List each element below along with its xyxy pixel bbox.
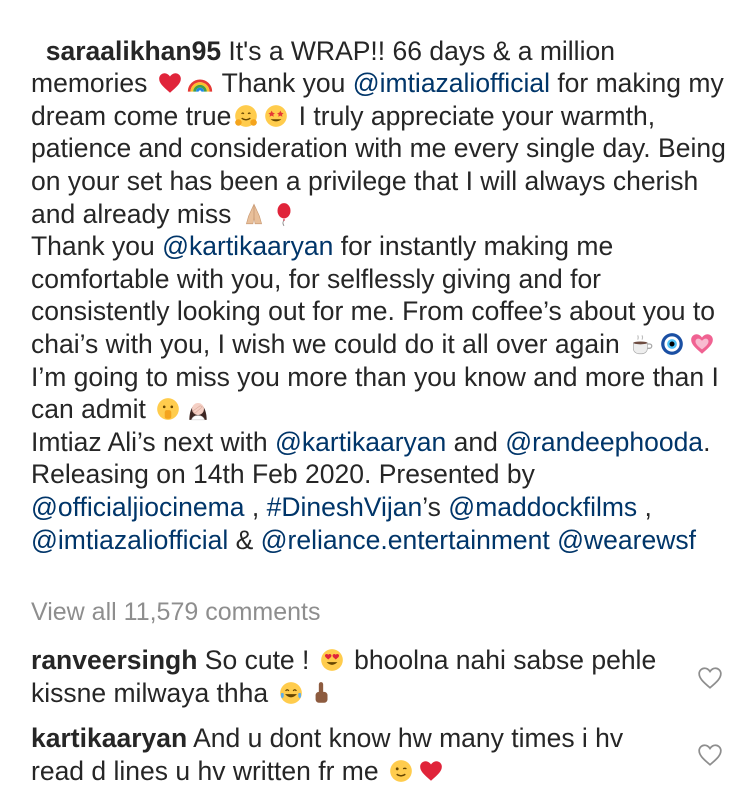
caption-text: Thank you	[31, 231, 155, 262]
balloon-icon	[277, 202, 291, 226]
mention-link[interactable]: @reliance.entertainment	[261, 525, 550, 555]
comment-username[interactable]: ranveersingh	[31, 645, 197, 675]
comment-username[interactable]: kartikaaryan	[31, 723, 187, 753]
red-heart-icon	[158, 73, 181, 93]
mention-link[interactable]: @imtiazaliofficial	[353, 68, 550, 98]
red-heart-icon	[420, 760, 442, 781]
comment-kartikaaryan: kartikaaryan And u dont know hw many tim…	[31, 722, 671, 787]
nazar-amulet-icon	[661, 333, 683, 355]
view-all-comments-link[interactable]: View all 11,579 comments	[31, 598, 321, 627]
index-pointing-up-icon	[315, 681, 327, 703]
like-heart-icon[interactable]	[697, 665, 723, 691]
star-struck-icon	[265, 104, 288, 127]
post-username[interactable]: saraalikhan95	[46, 36, 221, 66]
mention-link[interactable]: @wearewsf	[557, 525, 696, 555]
caption-text: &	[228, 524, 261, 555]
caption-text: So cute !	[197, 645, 317, 675]
caption-text: and	[446, 426, 506, 457]
hot-beverage-icon	[633, 335, 653, 355]
hugging-face-icon	[235, 104, 258, 127]
mention-link[interactable]: @maddockfilms	[448, 492, 637, 522]
post-caption: saraalikhan95 It's a WRAP!! 66 days & a …	[31, 2, 736, 556]
caption-text: ,	[637, 491, 660, 522]
caption-text: ,	[244, 491, 267, 522]
hashtag-link[interactable]: #DineshVijan	[267, 492, 423, 522]
rainbow-icon	[187, 79, 212, 93]
caption-text: Imtiaz Ali’s next with	[31, 426, 268, 457]
caption-body: It's a WRAP!! 66 days & a million memori…	[31, 36, 733, 555]
mention-link[interactable]: @imtiazaliofficial	[31, 525, 228, 555]
tears-of-joy-icon	[279, 681, 302, 704]
winking-face-icon	[390, 759, 412, 782]
caption-text: ’s	[422, 491, 449, 522]
heart-eyes-icon	[320, 649, 343, 671]
folded-hands-icon	[245, 203, 262, 224]
mention-link[interactable]: @randeephooda	[505, 427, 703, 457]
growing-heart-icon	[691, 334, 713, 354]
caption-text: Thank you	[214, 68, 353, 99]
shushing-face-icon	[157, 398, 180, 420]
mention-link[interactable]: @officialjiocinema	[31, 492, 244, 522]
mention-link[interactable]: @kartikaaryan	[162, 231, 333, 261]
comment-ranveersingh: ranveersingh So cute ! bhoolna nahi sabs…	[31, 644, 671, 709]
like-heart-icon[interactable]	[697, 742, 723, 768]
woman-facepalming-icon	[189, 403, 207, 421]
mention-link[interactable]: @kartikaaryan	[275, 427, 446, 457]
